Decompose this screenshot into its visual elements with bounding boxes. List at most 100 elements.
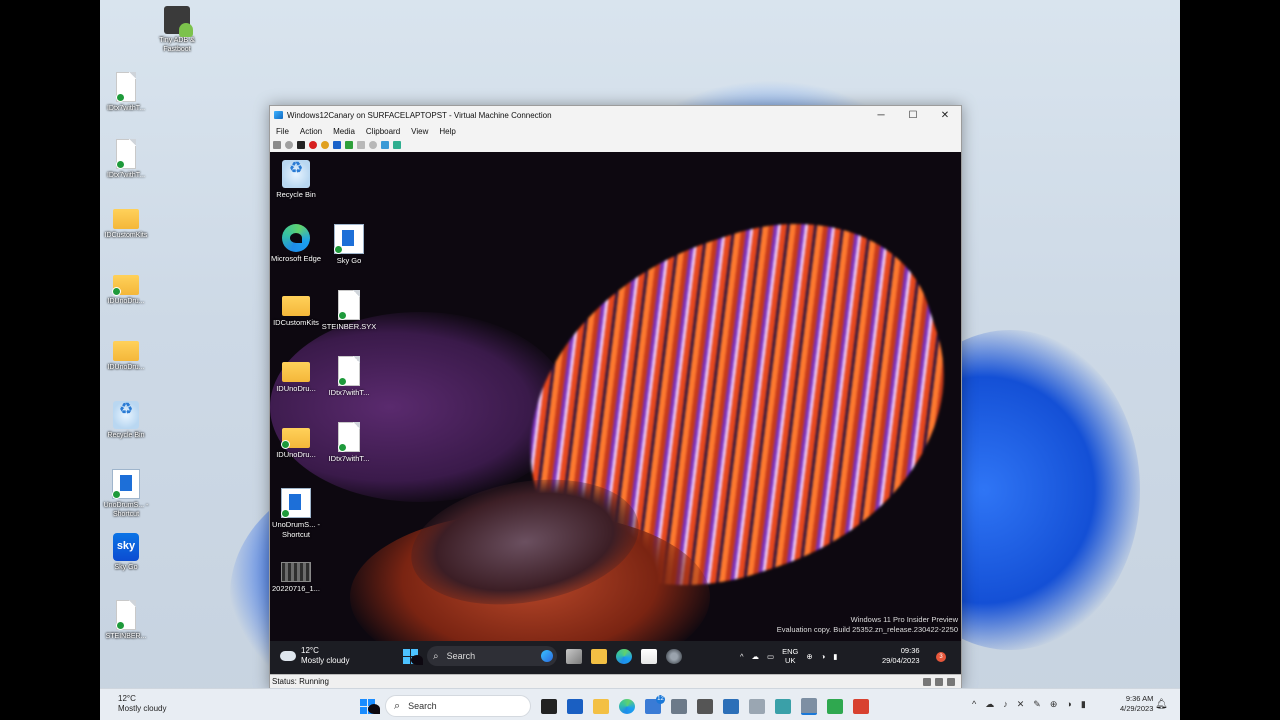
- weather-temp: 12°C: [301, 646, 319, 655]
- file-explorer-icon[interactable]: [593, 698, 609, 714]
- reset-icon[interactable]: [357, 140, 365, 149]
- app-icon[interactable]: [723, 698, 739, 714]
- camtasia-icon[interactable]: [827, 698, 843, 714]
- close-button[interactable]: ✕: [929, 110, 961, 121]
- revert-icon[interactable]: [369, 140, 377, 149]
- desktop-icon-label: IDUnoDru...: [276, 384, 316, 393]
- audio-file-icon: [116, 139, 136, 169]
- menu-file[interactable]: File: [276, 127, 289, 136]
- network-icon[interactable]: ⊕: [806, 652, 812, 661]
- host-weather-widget[interactable]: 12°C Mostly cloudy: [118, 694, 166, 714]
- host-system-tray: ^ ☁ ♪ ✕ ✎ ⊕ ◑ ▮: [972, 699, 1086, 710]
- teams-icon[interactable]: 12: [645, 694, 665, 714]
- desktop-icon-audio-file[interactable]: IDtx7withT...: [100, 139, 156, 180]
- edge-icon[interactable]: [619, 698, 635, 714]
- wallpaper-swirl: [270, 312, 570, 502]
- maximize-button[interactable]: ☐: [897, 110, 929, 121]
- desktop-icon-folder[interactable]: IDUnoDru...: [100, 269, 156, 306]
- guest-search-box[interactable]: ⌕ Search: [427, 646, 557, 666]
- menu-action[interactable]: Action: [300, 127, 322, 136]
- keyboard-icon[interactable]: ▭: [767, 652, 774, 661]
- guest-icon-shortcut[interactable]: UnoDrumS... - Shortcut: [270, 488, 325, 539]
- sky-go-icon: [334, 224, 364, 254]
- search-icon: ⌕: [394, 699, 401, 712]
- desktop-icon-file[interactable]: STEINBER...: [100, 600, 156, 641]
- volume-icon[interactable]: ◑: [821, 652, 826, 661]
- start-icon[interactable]: [285, 140, 293, 149]
- settings-gear-icon[interactable]: [666, 648, 682, 664]
- task-view-icon[interactable]: [541, 698, 557, 714]
- desktop-icon-sky-go[interactable]: sky Sky Go: [100, 533, 156, 572]
- battery-icon[interactable]: ▮: [1081, 699, 1086, 710]
- guest-icon-video[interactable]: 20220716_1...: [270, 554, 325, 594]
- guest-icon-sky-go[interactable]: Sky Go: [320, 224, 378, 266]
- network-icon[interactable]: ⊕: [1050, 699, 1058, 710]
- onedrive-icon[interactable]: ☁: [985, 699, 994, 710]
- host-search-box[interactable]: ⌕ Search: [385, 695, 531, 717]
- guest-icon-file[interactable]: STEINBER.SYX: [320, 290, 378, 332]
- host-desktop: Tiny ADB & Fastboot IDtx7withT... IDtx7w…: [100, 0, 1180, 720]
- edge-icon[interactable]: [616, 648, 632, 664]
- snipping-tool-icon[interactable]: [671, 698, 687, 714]
- lock-status-icon: [935, 678, 943, 686]
- pause-icon[interactable]: [333, 140, 341, 149]
- guest-icon-edge[interactable]: Microsoft Edge: [270, 224, 325, 264]
- store-icon[interactable]: [641, 648, 657, 664]
- guest-weather-widget[interactable]: 12°C Mostly cloudy: [280, 646, 349, 666]
- vm-connect-icon[interactable]: [801, 697, 817, 715]
- desktop-icon-label: IDtx7withT...: [106, 105, 146, 112]
- menu-clipboard[interactable]: Clipboard: [366, 127, 400, 136]
- notification-bell-icon[interactable]: 🔔︎: [1155, 699, 1168, 710]
- guest-clock[interactable]: 09:36 29/04/2023: [882, 646, 920, 666]
- desktop-icon-label: 20220716_1...: [272, 584, 320, 593]
- file-icon: [116, 72, 136, 102]
- guest-icon-recycle-bin[interactable]: Recycle Bin: [270, 160, 325, 200]
- menu-help[interactable]: Help: [439, 127, 455, 136]
- file-explorer-icon[interactable]: [591, 648, 607, 664]
- ctrl-alt-del-icon[interactable]: [273, 140, 281, 149]
- guest-icon-folder[interactable]: IDCustomKits: [270, 290, 325, 328]
- vm-title-bar[interactable]: Windows12Canary on SURFACELAPTOPST - Vir…: [270, 106, 961, 124]
- onedrive-icon[interactable]: ☁: [752, 652, 760, 661]
- guest-icon-audio-file[interactable]: IDtx7withT...: [320, 356, 378, 398]
- app-icon[interactable]: [749, 698, 765, 714]
- app-icon[interactable]: [775, 698, 791, 714]
- microphone-icon[interactable]: ♪: [1003, 699, 1008, 710]
- volume-icon[interactable]: ◑: [1066, 699, 1071, 710]
- resume-icon[interactable]: [345, 140, 353, 149]
- menu-media[interactable]: Media: [333, 127, 355, 136]
- desktop-icon-folder[interactable]: IDCustomKits: [100, 203, 156, 240]
- task-view-icon[interactable]: [566, 648, 582, 664]
- desktop-icon-label: Sky Go: [114, 564, 138, 571]
- battery-icon[interactable]: ▮: [833, 652, 837, 661]
- keyboard-status-icon: [923, 678, 931, 686]
- host-clock[interactable]: 9:36 AM 4/29/2023: [1120, 694, 1153, 714]
- language-indicator[interactable]: ENG UK: [782, 647, 798, 665]
- shortcut-icon: [281, 488, 311, 518]
- desktop-icon-tiny-adb[interactable]: Tiny ADB & Fastboot: [147, 6, 207, 54]
- app-icon[interactable]: [853, 698, 869, 714]
- notification-badge[interactable]: 3: [936, 652, 946, 662]
- desktop-icon-recycle-bin[interactable]: Recycle Bin: [100, 401, 156, 440]
- checkpoint-icon[interactable]: [381, 140, 389, 149]
- turn-off-icon[interactable]: [297, 140, 305, 149]
- app-icon[interactable]: [697, 698, 713, 714]
- mute-icon[interactable]: ✕: [1017, 699, 1025, 710]
- desktop-icon-folder[interactable]: IDUnoDru...: [100, 335, 156, 372]
- guest-icon-file[interactable]: IDtx7withT...: [320, 422, 378, 464]
- desktop-icon-shortcut[interactable]: UnoDrumS... - Shortcut: [100, 469, 156, 519]
- guest-desktop[interactable]: Recycle Bin Microsoft Edge Sky Go IDCust…: [270, 152, 961, 641]
- desktop-icon-file[interactable]: IDtx7withT...: [100, 72, 156, 113]
- save-state-icon[interactable]: [321, 140, 329, 149]
- widgets-icon[interactable]: [567, 698, 583, 714]
- enhanced-session-icon[interactable]: [393, 140, 401, 149]
- chevron-up-icon[interactable]: ^: [972, 699, 976, 710]
- pen-icon[interactable]: ✎: [1033, 699, 1041, 710]
- menu-view[interactable]: View: [411, 127, 428, 136]
- guest-icon-folder[interactable]: IDUnoDru...: [270, 422, 325, 460]
- chevron-up-icon[interactable]: ^: [740, 652, 744, 661]
- guest-icon-folder[interactable]: IDUnoDru...: [270, 356, 325, 394]
- weather-desc: Mostly cloudy: [301, 656, 350, 665]
- minimize-button[interactable]: ─: [865, 110, 897, 121]
- shutdown-icon[interactable]: [309, 140, 317, 149]
